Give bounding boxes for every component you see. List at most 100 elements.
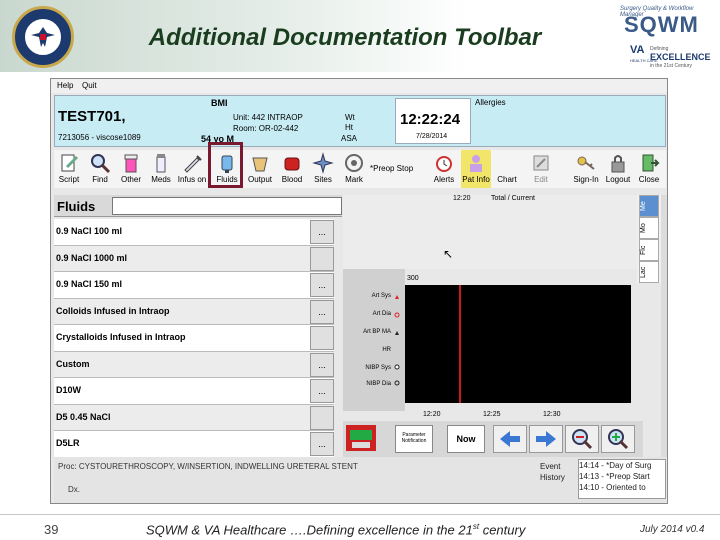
patient-info-icon: [470, 155, 482, 172]
fluid-more-button[interactable]: ...: [310, 273, 334, 297]
allergies-label[interactable]: Allergies: [475, 98, 506, 107]
output-icon: [252, 157, 268, 172]
series-label: Art Sys: [371, 293, 391, 299]
logo-subline: in the 21st Century: [650, 63, 692, 69]
fluid-more-button[interactable]: ...: [310, 432, 334, 456]
toolbar-alerts-button[interactable]: Alerts: [429, 150, 459, 188]
fluid-more-button[interactable]: [310, 246, 334, 271]
vitals-graph[interactable]: [405, 285, 631, 403]
side-tab-me[interactable]: Me: [639, 195, 659, 217]
edit-icon: [533, 155, 549, 171]
series-label: Art BP MA: [363, 329, 391, 335]
fluid-more-button[interactable]: ...: [310, 220, 334, 244]
fluid-row[interactable]: Custom ...: [54, 351, 334, 378]
page-number: 39: [44, 522, 59, 537]
patient-asa: ASA: [341, 134, 358, 143]
history-label: History: [540, 473, 565, 482]
footer-text: SQWM & VA Healthcare ….Defining excellen…: [146, 522, 526, 538]
menu-bar: Help Quit: [51, 79, 667, 93]
logo-va: VA: [630, 44, 645, 56]
fluids-search-input[interactable]: [112, 197, 342, 215]
fluid-more-button[interactable]: ...: [310, 299, 334, 324]
logo-name: SQWM: [624, 12, 699, 37]
toolbar-find-button[interactable]: Find: [85, 150, 115, 188]
side-tab-flc[interactable]: Flc: [639, 239, 659, 261]
toolbar-mark-button[interactable]: Mark: [339, 150, 369, 188]
toolbar-close-button[interactable]: Close: [634, 150, 664, 188]
fluids-header: Fluids: [54, 195, 342, 217]
patient-weight: Wt: [345, 113, 355, 122]
patient-banner: BMI TEST701, 7213056 - viscose1089 Unit:…: [54, 95, 666, 147]
arrow-right-icon: [536, 431, 556, 447]
zoom-out-button[interactable]: [565, 425, 599, 453]
toolbar-sites-button[interactable]: Sites: [308, 150, 338, 188]
scroll-forward-button[interactable]: [529, 425, 563, 453]
lock-icon: [611, 155, 625, 173]
vertical-scrollbar[interactable]: [661, 195, 667, 457]
fluid-more-button[interactable]: [310, 405, 334, 430]
fluid-row[interactable]: D10W ...: [54, 378, 334, 405]
key-icon: [577, 156, 595, 170]
version-label: July 2014 v0.4: [640, 524, 705, 535]
patient-room: Room: OR-02-442: [233, 124, 299, 133]
list-item: 14:13 - *Preop Start: [579, 472, 650, 481]
toolbar-pat-info-button[interactable]: Pat Info: [461, 150, 491, 188]
graph-controls: Parameter Notification Now: [343, 421, 643, 457]
arrow-left-icon: [500, 431, 520, 447]
graph-total-label: Total / Current: [491, 195, 535, 202]
sites-icon: [312, 152, 334, 174]
alarm-clock-icon: [436, 156, 452, 172]
documentation-toolbar: Script Find Other Meds Infus on Fluids O…: [54, 150, 666, 188]
fluid-row[interactable]: 0.9 NaCl 1000 ml: [54, 245, 334, 272]
toolbar-blood-button[interactable]: Blood: [277, 150, 307, 188]
fluid-row[interactable]: 0.9 NaCl 150 ml ...: [54, 272, 334, 299]
menu-quit[interactable]: Quit: [82, 79, 97, 93]
toolbar-other-button[interactable]: Other: [116, 150, 146, 188]
slide-title: Additional Documentation Toolbar: [148, 24, 542, 51]
toolbar-sign-in-button[interactable]: Sign-In: [570, 150, 602, 188]
procedure-text: Proc: CYSTOURETHROSCOPY, W/INSERTION, IN…: [58, 462, 358, 471]
fluid-more-button[interactable]: ...: [310, 379, 334, 403]
patient-unit: Unit: 442 INTRAOP: [233, 113, 303, 122]
series-label: Art Dia: [372, 311, 391, 317]
slide: Additional Documentation Toolbar Surgery…: [0, 0, 720, 540]
toolbar-chart-button[interactable]: Chart: [492, 150, 522, 188]
now-button[interactable]: Now: [447, 425, 485, 453]
fluid-row[interactable]: Crystalloids Infused in Intraop: [54, 325, 334, 352]
sqwm-logo: Surgery Quality & Workflow Manager SQWM …: [600, 4, 712, 72]
zoom-in-icon: [608, 429, 629, 450]
toolbar-logout-button[interactable]: Logout: [603, 150, 633, 188]
toolbar-meds-button[interactable]: Meds: [147, 150, 175, 188]
fluid-row[interactable]: D5 0.45 NaCl: [54, 404, 334, 431]
vitals-legend: Art Sys Art Dia Art BP MA HR NIBP Sys NI…: [343, 269, 405, 411]
toolbar-edit-button[interactable]: Edit: [524, 150, 558, 188]
fluid-row[interactable]: Colloids Infused in Intraop ...: [54, 298, 334, 325]
vial-icon: [156, 154, 166, 173]
preop-stop-label[interactable]: *Preop Stop: [370, 164, 413, 173]
fluid-more-button[interactable]: [310, 326, 334, 350]
fluid-row[interactable]: D5LR ...: [54, 431, 334, 458]
scroll-back-button[interactable]: [493, 425, 527, 453]
va-seal-icon: [12, 6, 74, 68]
side-tab-lac[interactable]: Lac: [639, 261, 659, 283]
footer-divider: [0, 514, 720, 515]
record-toggle-icon[interactable]: [345, 423, 377, 453]
diagnosis-text: Dx.: [68, 485, 80, 494]
toolbar-script-button[interactable]: Script: [54, 150, 84, 188]
toolbar-output-button[interactable]: Output: [244, 150, 276, 188]
graph-now-line: [459, 285, 461, 403]
toolbar-infusion-button[interactable]: Infus on: [176, 150, 208, 188]
side-tab-mo[interactable]: Mo: [639, 217, 659, 239]
fluids-highlight-box: [208, 142, 243, 188]
parameter-notification-button[interactable]: Parameter Notification: [395, 425, 433, 453]
fluid-row[interactable]: 0.9 NaCl 100 ml ...: [54, 219, 334, 246]
menu-help[interactable]: Help: [57, 79, 73, 93]
graph-x-tick: 12:25: [483, 411, 501, 418]
graph-x-tick: 12:20: [423, 411, 441, 418]
event-history-list[interactable]: 14:14 - *Day of Surg 14:13 - *Preop Star…: [578, 459, 666, 499]
app-screenshot: Help Quit BMI TEST701, 7213056 - viscose…: [50, 78, 668, 504]
fluid-more-button[interactable]: ...: [310, 352, 334, 377]
pill-bottle-icon: [124, 154, 138, 173]
zoom-in-button[interactable]: [601, 425, 635, 453]
graph-header: 12:20 Total / Current ↖: [343, 195, 637, 269]
